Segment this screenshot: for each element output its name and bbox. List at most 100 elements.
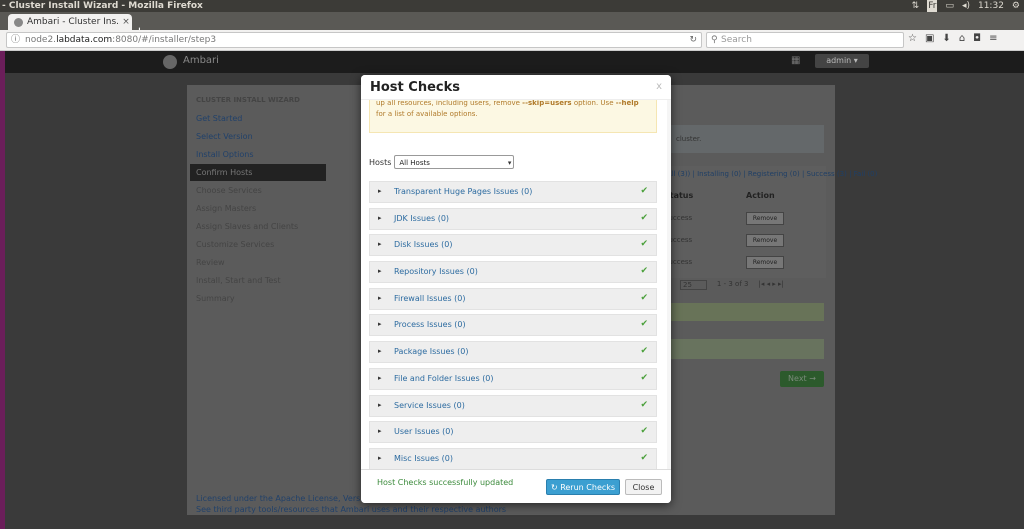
window-title: - Cluster Install Wizard - Mozilla Firef… bbox=[2, 1, 203, 11]
check-ok-icon: ✔ bbox=[640, 292, 648, 303]
bookmark-star-icon[interactable]: ☆ bbox=[908, 33, 917, 44]
search-icon: ⚲ bbox=[711, 35, 718, 45]
caret-right-icon: ▸ bbox=[378, 267, 382, 276]
close-icon[interactable]: x bbox=[656, 81, 662, 92]
background-note: cluster. bbox=[662, 125, 824, 153]
check-repository[interactable]: ▸ Repository Issues (0) ✔ bbox=[369, 261, 657, 284]
remove-button[interactable]: Remove bbox=[746, 212, 784, 225]
check-ok-icon: ✔ bbox=[640, 266, 648, 277]
rerun-checks-button[interactable]: ↻ Rerun Checks bbox=[546, 479, 620, 495]
site-info-icon[interactable]: ⓘ bbox=[11, 33, 20, 47]
volume-icon[interactable]: ◂) bbox=[962, 0, 970, 12]
caret-right-icon: ▸ bbox=[378, 240, 382, 249]
search-input[interactable]: ⚲ Search bbox=[706, 32, 904, 48]
network-icon[interactable]: ⇅ bbox=[912, 0, 920, 12]
modal-scrollbar[interactable] bbox=[667, 99, 671, 469]
user-menu[interactable]: admin ▾ bbox=[815, 54, 869, 68]
modal-title: Host Checks bbox=[370, 80, 460, 95]
sidebar-heading: CLUSTER INSTALL WIZARD bbox=[196, 96, 300, 104]
sidebar-item-customize-services: Customize Services bbox=[196, 240, 275, 249]
check-ok-icon: ✔ bbox=[640, 186, 648, 196]
toolbar-icons: ☆ ▣ ⬇ ⌂ ◘ ≡ bbox=[908, 33, 997, 44]
third-party-link[interactable]: See third party tools/resources that Amb… bbox=[196, 504, 506, 515]
check-package[interactable]: ▸ Package Issues (0) ✔ bbox=[369, 341, 657, 364]
pocket-icon[interactable]: ◘ bbox=[973, 33, 981, 44]
pager: 25 1 - 3 of 3 |◂ ◂ ▸ ▸| bbox=[680, 280, 784, 290]
caret-right-icon: ▸ bbox=[378, 320, 382, 329]
system-tray: ⇅ Fr ▭ ◂) 11:32 ⚙ bbox=[912, 0, 1020, 12]
keyboard-layout-icon[interactable]: Fr bbox=[927, 0, 938, 12]
hosts-label: Hosts bbox=[369, 157, 392, 167]
background-success-bar bbox=[662, 339, 824, 359]
sidebar-item-confirm-hosts[interactable]: Confirm Hosts bbox=[190, 164, 326, 181]
check-jdk[interactable]: ▸ JDK Issues (0) ✔ bbox=[369, 207, 657, 230]
background-hosts-table: (All (3)) | Installing (0) | Registering… bbox=[660, 166, 877, 278]
check-ok-icon: ✔ bbox=[640, 426, 648, 437]
sidebar-item-install-start-test: Install, Start and Test bbox=[196, 276, 281, 285]
check-file-and-folder[interactable]: ▸ File and Folder Issues (0) ✔ bbox=[369, 367, 657, 390]
background-info-bar bbox=[662, 303, 824, 321]
check-user[interactable]: ▸ User Issues (0) ✔ bbox=[369, 421, 657, 444]
check-disk[interactable]: ▸ Disk Issues (0) ✔ bbox=[369, 234, 657, 257]
remove-button[interactable]: Remove bbox=[746, 256, 784, 269]
modal-footer: Host Checks successfully updated ↻ Rerun… bbox=[361, 469, 671, 503]
check-service[interactable]: ▸ Service Issues (0) ✔ bbox=[369, 394, 657, 417]
reload-icon[interactable]: ↻ bbox=[689, 33, 697, 47]
select-arrow-icon: ▾ bbox=[507, 159, 512, 167]
url-bar[interactable]: ⓘ node2.labdata.com:8080/#/installer/ste… bbox=[6, 32, 702, 48]
sidebar-item-summary: Summary bbox=[196, 294, 235, 303]
app-header: Ambari ▦ admin ▾ bbox=[5, 51, 1024, 73]
settings-icon[interactable]: ⚙ bbox=[1012, 0, 1020, 12]
col-action: Action bbox=[746, 191, 775, 200]
sidebar-item-get-started[interactable]: Get Started bbox=[190, 110, 326, 127]
os-top-bar: - Cluster Install Wizard - Mozilla Firef… bbox=[0, 0, 1024, 12]
refresh-icon: ↻ bbox=[550, 483, 561, 492]
download-icon[interactable]: ⬇ bbox=[942, 33, 950, 44]
home-icon[interactable]: ⌂ bbox=[959, 33, 965, 44]
check-ok-icon: ✔ bbox=[640, 399, 648, 410]
host-checks-modal: up all resources, including users, remov… bbox=[361, 75, 671, 503]
tab-title: Ambari - Cluster Ins... bbox=[27, 17, 120, 27]
clock[interactable]: 11:32 bbox=[978, 0, 1004, 12]
url-text: node2.labdata.com:8080/#/installer/step3 bbox=[25, 35, 217, 45]
ambari-favicon-icon bbox=[14, 17, 23, 27]
pager-nav-icons[interactable]: |◂ ◂ ▸ ▸| bbox=[758, 280, 783, 290]
check-ok-icon: ✔ bbox=[640, 212, 648, 223]
caret-right-icon: ▸ bbox=[378, 187, 382, 195]
check-firewall[interactable]: ▸ Firewall Issues (0) ✔ bbox=[369, 287, 657, 310]
menu-icon[interactable]: ≡ bbox=[989, 33, 997, 44]
sidebar-item-install-options[interactable]: Install Options bbox=[190, 146, 326, 163]
modal-header: Host Checks x bbox=[361, 75, 671, 100]
check-list: ▸ Transparent Huge Pages Issues (0) ✔ ▸ JDK… bbox=[369, 181, 657, 475]
page-size-select[interactable]: 25 bbox=[680, 280, 707, 290]
battery-icon[interactable]: ▭ bbox=[945, 0, 954, 12]
check-transparent-huge-pages[interactable]: ▸ Transparent Huge Pages Issues (0) ✔ bbox=[369, 181, 657, 203]
caret-right-icon: ▸ bbox=[378, 427, 382, 436]
caret-right-icon: ▸ bbox=[378, 347, 382, 356]
browser-tab[interactable]: Ambari - Cluster Ins... × bbox=[8, 14, 132, 30]
caret-right-icon: ▸ bbox=[378, 213, 382, 222]
caret-right-icon: ▸ bbox=[378, 293, 382, 302]
check-process[interactable]: ▸ Process Issues (0) ✔ bbox=[369, 314, 657, 337]
ambari-logo-icon bbox=[163, 55, 177, 69]
hosts-filter: Hosts All Hosts ▾ bbox=[369, 155, 515, 169]
check-ok-icon: ✔ bbox=[640, 452, 648, 463]
check-ok-icon: ✔ bbox=[640, 346, 648, 357]
remove-button[interactable]: Remove bbox=[746, 234, 784, 247]
check-misc[interactable]: ▸ Misc Issues (0) ✔ bbox=[369, 447, 657, 470]
pager-range: 1 - 3 of 3 bbox=[716, 280, 749, 288]
sidebar-item-assign-slaves: Assign Slaves and Clients bbox=[196, 222, 299, 231]
next-button[interactable]: Next → bbox=[780, 371, 824, 387]
check-ok-icon: ✔ bbox=[640, 372, 648, 383]
check-ok-icon: ✔ bbox=[640, 319, 648, 330]
views-grid-icon[interactable]: ▦ bbox=[791, 55, 800, 66]
sidebar-item-assign-masters: Assign Masters bbox=[196, 204, 257, 213]
host-filter-links[interactable]: (All (3)) | Installing (0) | Registering… bbox=[664, 170, 877, 178]
hosts-select[interactable]: All Hosts ▾ bbox=[394, 155, 515, 169]
status-message: Host Checks successfully updated bbox=[377, 478, 514, 487]
close-button[interactable]: Close bbox=[625, 479, 662, 495]
sidebar-item-select-version[interactable]: Select Version bbox=[190, 128, 326, 145]
reading-list-icon[interactable]: ▣ bbox=[925, 33, 934, 44]
app-brand: Ambari bbox=[183, 55, 219, 66]
tab-close-icon[interactable]: × bbox=[120, 17, 132, 27]
